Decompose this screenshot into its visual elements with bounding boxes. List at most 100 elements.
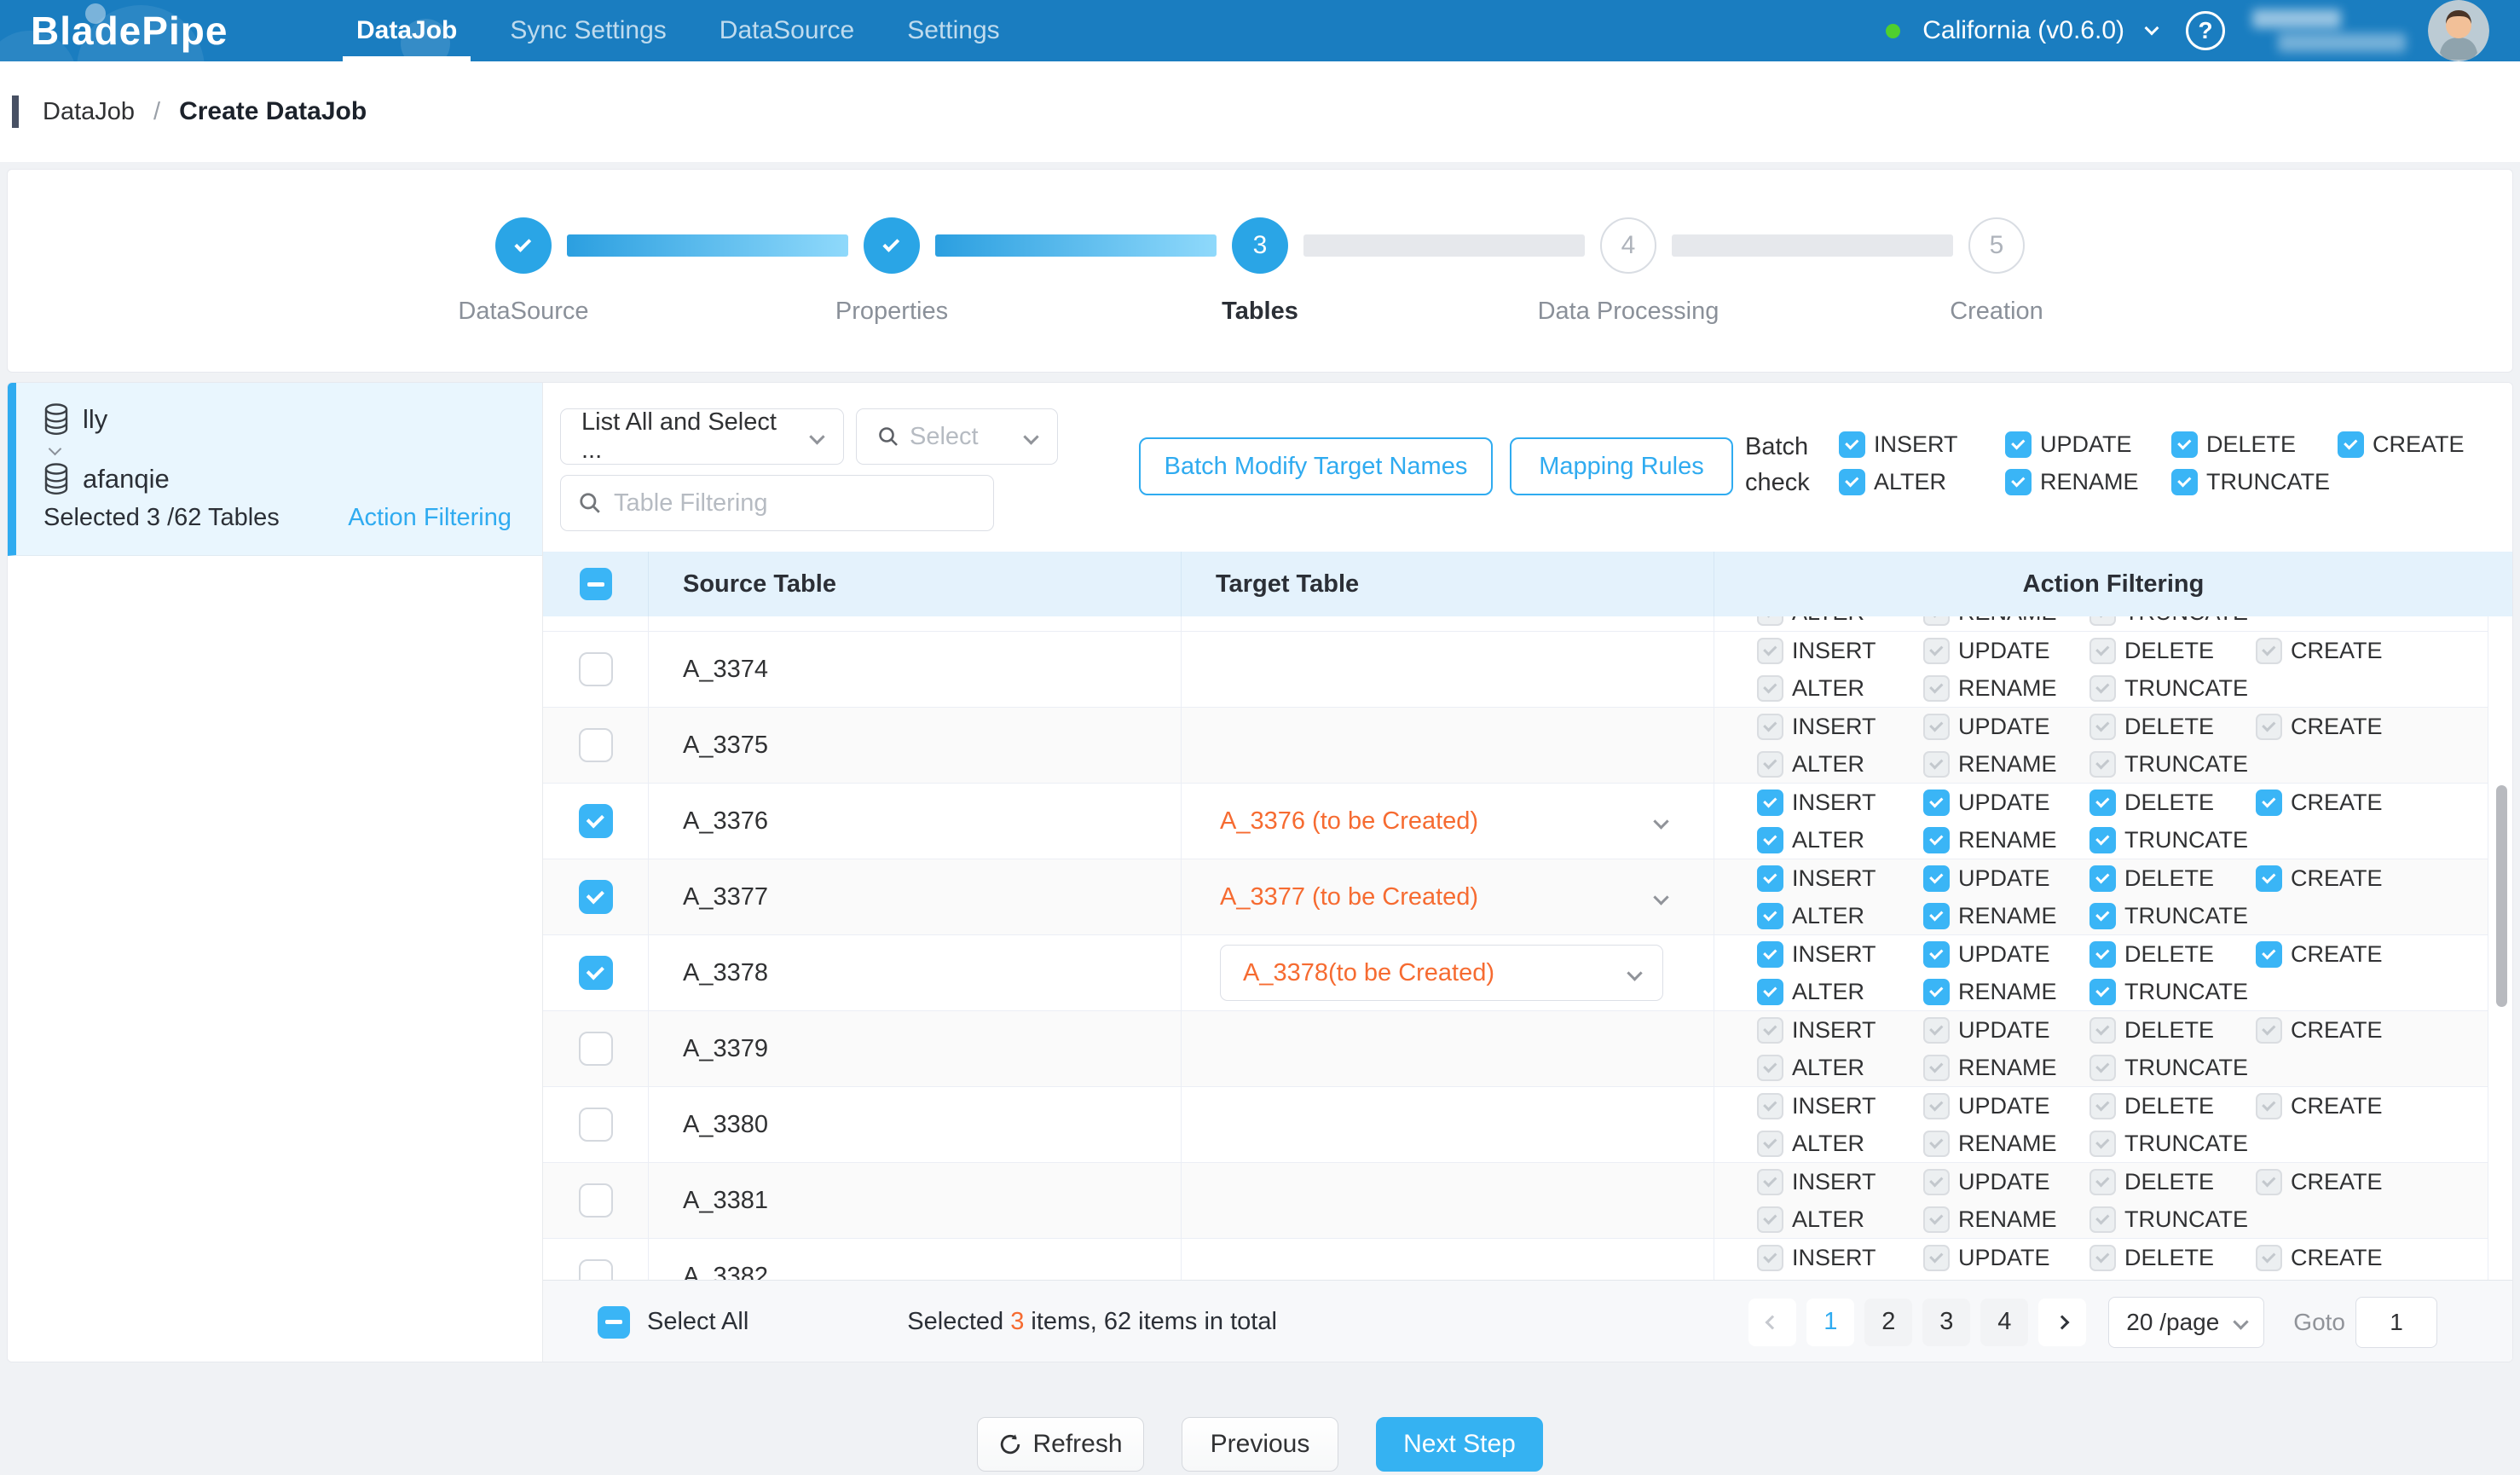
action-checkbox-item: ALTER xyxy=(1757,749,1923,779)
page-button-2[interactable]: 2 xyxy=(1864,1299,1912,1346)
row-select-checkbox[interactable] xyxy=(579,1259,613,1280)
alter-checkbox xyxy=(1757,616,1783,626)
target-table-select[interactable]: A_3376 (to be Created) xyxy=(1182,807,1714,836)
nav-item-datajob[interactable]: DataJob xyxy=(356,0,457,61)
schema-mapping-item[interactable]: lly afanqie Selected 3 /62 Tables Action… xyxy=(8,383,542,556)
action-filtering-link[interactable]: Action Filtering xyxy=(348,504,512,532)
rename-checkbox[interactable] xyxy=(1923,827,1950,853)
action-label: ALTER xyxy=(1792,1055,1864,1081)
insert-checkbox xyxy=(1757,1017,1783,1044)
page-button-1[interactable]: 1 xyxy=(1806,1299,1854,1346)
create-checkbox xyxy=(2256,638,2282,664)
help-icon[interactable]: ? xyxy=(2186,11,2225,50)
source-db-name: lly xyxy=(83,404,107,435)
action-checkbox-item: ALTER xyxy=(1757,616,1923,628)
action-checkbox-item: DELETE xyxy=(2089,787,2256,818)
delete-checkbox[interactable] xyxy=(2171,431,2198,458)
list-mode-select[interactable]: List All and Select ... xyxy=(560,408,844,465)
action-label: UPDATE xyxy=(1958,1093,2050,1119)
action-label: INSERT xyxy=(1792,941,1876,968)
action-label: CREATE xyxy=(2291,790,2383,816)
insert-checkbox[interactable] xyxy=(1757,941,1783,968)
row-select-checkbox[interactable] xyxy=(579,1108,613,1142)
delete-checkbox[interactable] xyxy=(2089,941,2116,968)
user-avatar[interactable] xyxy=(2428,0,2489,61)
action-label: INSERT xyxy=(1792,1017,1876,1044)
next-step-button[interactable]: Next Step xyxy=(1376,1417,1543,1472)
target-table-select[interactable]: A_3378(to be Created) xyxy=(1220,945,1663,1001)
select-all-header-checkbox[interactable] xyxy=(580,568,612,600)
delete-checkbox[interactable] xyxy=(2089,790,2116,816)
truncate-checkbox[interactable] xyxy=(2089,903,2116,929)
rename-checkbox[interactable] xyxy=(1923,903,1950,929)
step-pending-circle: 5 xyxy=(1968,217,2025,274)
create-checkbox[interactable] xyxy=(2256,790,2282,816)
create-checkbox[interactable] xyxy=(2256,865,2282,892)
row-select-checkbox[interactable] xyxy=(579,1032,613,1066)
table-filter-input[interactable] xyxy=(614,489,976,518)
truncate-checkbox[interactable] xyxy=(2089,827,2116,853)
main-nav: DataJob Sync Settings DataSource Setting… xyxy=(356,0,1000,61)
source-table-name: A_3377 xyxy=(683,883,768,911)
nav-item-datasource[interactable]: DataSource xyxy=(720,0,854,61)
batch-modify-target-names-button[interactable]: Batch Modify Target Names xyxy=(1139,437,1493,495)
update-checkbox[interactable] xyxy=(1923,865,1950,892)
delete-checkbox[interactable] xyxy=(2089,865,2116,892)
list-mode-value: List All and Select ... xyxy=(581,408,796,465)
row-action-filtering: INSERTALTERUPDATERENAMEDELETETRUNCATECRE… xyxy=(1714,1166,2488,1235)
step-done-circle xyxy=(864,217,920,274)
refresh-button[interactable]: Refresh xyxy=(977,1417,1144,1472)
mapping-rules-button[interactable]: Mapping Rules xyxy=(1510,437,1733,495)
nav-item-settings[interactable]: Settings xyxy=(907,0,999,61)
row-select-checkbox[interactable] xyxy=(579,804,613,838)
update-checkbox xyxy=(1923,1245,1950,1271)
insert-checkbox[interactable] xyxy=(1839,431,1865,458)
target-table-select[interactable]: A_3377 (to be Created) xyxy=(1182,883,1714,911)
page-size-select[interactable]: 20 /page xyxy=(2108,1297,2264,1348)
row-action-filtering: INSERTALTERUPDATERENAMEDELETETRUNCATECRE… xyxy=(1714,635,2488,703)
update-checkbox[interactable] xyxy=(1923,941,1950,968)
chevron-down-icon[interactable] xyxy=(2145,21,2159,36)
truncate-checkbox[interactable] xyxy=(2171,469,2198,495)
select-all-footer-checkbox[interactable] xyxy=(598,1306,630,1339)
update-checkbox[interactable] xyxy=(1923,790,1950,816)
source-table-name: A_3374 xyxy=(683,656,768,684)
app-logo: BladePipe xyxy=(31,8,321,54)
truncate-checkbox[interactable] xyxy=(2089,979,2116,1005)
delete-checkbox xyxy=(2089,638,2116,664)
rename-checkbox[interactable] xyxy=(2005,469,2032,495)
action-checkbox-item: DELETE xyxy=(2089,1242,2256,1273)
update-checkbox[interactable] xyxy=(2005,431,2032,458)
breadcrumb-parent[interactable]: DataJob xyxy=(43,98,135,126)
row-select-checkbox[interactable] xyxy=(579,956,613,990)
step-current-circle: 3 xyxy=(1232,217,1288,274)
page-button-3[interactable]: 3 xyxy=(1922,1299,1970,1346)
alter-checkbox[interactable] xyxy=(1757,903,1783,929)
create-checkbox[interactable] xyxy=(2256,941,2282,968)
next-page-button[interactable] xyxy=(2038,1299,2086,1346)
env-selector[interactable]: California (v0.6.0) xyxy=(1922,16,2124,45)
schema-select[interactable]: Select xyxy=(856,408,1058,465)
target-table-cell xyxy=(1182,1163,1714,1238)
previous-button[interactable]: Previous xyxy=(1182,1417,1338,1472)
alter-checkbox[interactable] xyxy=(1839,469,1865,495)
vertical-scrollbar[interactable] xyxy=(2496,785,2507,1007)
row-select-checkbox[interactable] xyxy=(579,880,613,914)
prev-page-button[interactable] xyxy=(1748,1299,1796,1346)
insert-checkbox[interactable] xyxy=(1757,790,1783,816)
insert-checkbox[interactable] xyxy=(1757,865,1783,892)
page-button-4[interactable]: 4 xyxy=(1980,1299,2028,1346)
create-checkbox[interactable] xyxy=(2338,431,2364,458)
row-select-checkbox[interactable] xyxy=(579,652,613,686)
alter-checkbox[interactable] xyxy=(1757,827,1783,853)
action-checkbox-item: DELETE xyxy=(2089,711,2256,742)
action-checkbox-item: ALTER xyxy=(1757,976,1923,1007)
rename-checkbox[interactable] xyxy=(1923,979,1950,1005)
row-action-filtering: INSERTALTERUPDATERENAMEDELETETRUNCATECRE… xyxy=(1714,1015,2488,1083)
action-checkbox-item: CREATE xyxy=(2256,863,2422,894)
row-select-checkbox[interactable] xyxy=(579,728,613,762)
alter-checkbox[interactable] xyxy=(1757,979,1783,1005)
goto-page-input[interactable] xyxy=(2355,1297,2437,1348)
nav-item-sync-settings[interactable]: Sync Settings xyxy=(510,0,666,61)
row-select-checkbox[interactable] xyxy=(579,1183,613,1218)
